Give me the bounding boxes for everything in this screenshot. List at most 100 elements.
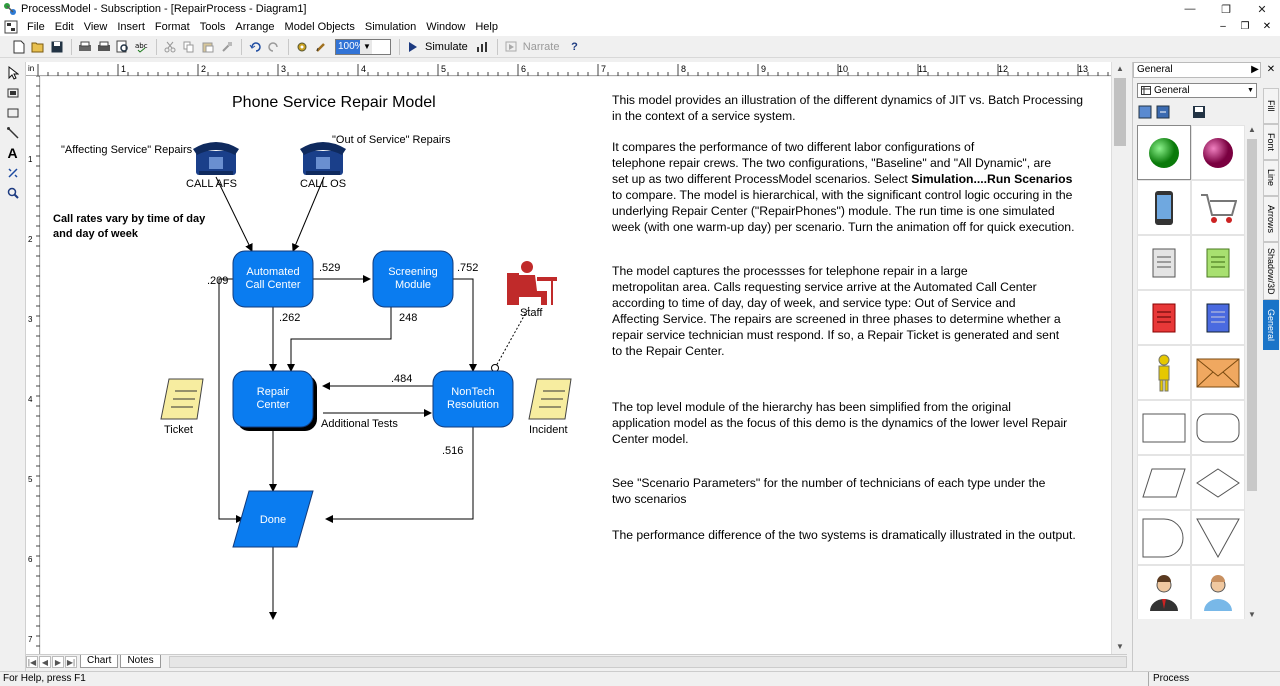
zoom-select[interactable]: 100% ▼	[335, 38, 391, 55]
tab-first-icon[interactable]: |◀	[26, 655, 38, 668]
phone-os-icon[interactable]	[300, 142, 346, 175]
print-preview-icon[interactable]	[114, 38, 132, 56]
palette-item-businessman[interactable]	[1137, 565, 1191, 619]
palette-item-doc-green[interactable]	[1191, 235, 1245, 290]
print-setup-icon[interactable]	[76, 38, 94, 56]
pencil-icon[interactable]	[312, 38, 330, 56]
redo-icon[interactable]	[265, 38, 283, 56]
tab-line[interactable]: Line	[1263, 160, 1279, 196]
menu-insert[interactable]: Insert	[112, 21, 150, 33]
chart-icon[interactable]	[474, 38, 492, 56]
tab-chart[interactable]: Chart	[80, 655, 119, 668]
palette-item-envelope[interactable]	[1191, 345, 1245, 400]
palette-scrollbar[interactable]: ▲ ▼	[1245, 125, 1259, 619]
menu-arrange[interactable]: Arrange	[230, 21, 279, 33]
palette-item-merge[interactable]	[1191, 510, 1245, 565]
maximize-button[interactable]: ❐	[1208, 0, 1244, 18]
palette-item-doc-red[interactable]	[1137, 290, 1191, 345]
simulate-button[interactable]: Simulate	[425, 41, 468, 53]
chevron-down-icon[interactable]: ▼	[1245, 84, 1256, 97]
palette-item-doc-gray[interactable]	[1137, 235, 1191, 290]
repair-center-node[interactable]: Repair Center	[232, 370, 317, 431]
spell-check-icon[interactable]: abc	[133, 38, 151, 56]
simulate-play-icon[interactable]	[404, 38, 422, 56]
narrate-icon[interactable]	[502, 38, 520, 56]
nontech-resolution-node[interactable]: NonTech Resolution	[432, 370, 514, 428]
palette-scroll-down-icon[interactable]: ▼	[1245, 610, 1259, 619]
palette-scroll-thumb[interactable]	[1247, 139, 1257, 491]
document-icon[interactable]	[4, 20, 18, 34]
chevron-down-icon[interactable]: ▼	[360, 39, 372, 54]
scroll-down-icon[interactable]: ▼	[1112, 640, 1128, 654]
tab-general[interactable]: General	[1263, 300, 1279, 350]
tab-fill[interactable]: Fill	[1263, 88, 1279, 124]
incident-icon[interactable]	[528, 378, 572, 420]
menu-edit[interactable]: Edit	[50, 21, 79, 33]
connector-tool-icon[interactable]	[2, 124, 24, 142]
close-button[interactable]: ✕	[1244, 0, 1280, 18]
palette-item-green-ball[interactable]	[1137, 125, 1191, 180]
palette-item-magenta-ball[interactable]	[1191, 125, 1245, 180]
tab-arrows[interactable]: Arrows	[1263, 196, 1279, 242]
save-icon[interactable]	[48, 38, 66, 56]
link-tool-icon[interactable]	[2, 164, 24, 182]
mdi-minimize-button[interactable]: –	[1214, 18, 1232, 34]
screening-module-node[interactable]: Screening Module	[372, 250, 454, 308]
palette-item-phone[interactable]	[1137, 180, 1191, 235]
canvas-horizontal-scrollbar[interactable]	[168, 655, 1127, 668]
mdi-restore-button[interactable]: ❐	[1236, 18, 1254, 34]
narrate-button[interactable]: Narrate	[523, 41, 560, 53]
palette-category-select[interactable]: General ▼	[1137, 83, 1257, 98]
automated-call-center-node[interactable]: Automated Call Center	[232, 250, 314, 308]
palette-item-person-yellow[interactable]	[1137, 345, 1191, 400]
scroll-thumb[interactable]	[1114, 78, 1126, 146]
paste-icon[interactable]	[199, 38, 217, 56]
staff-icon[interactable]	[507, 261, 557, 305]
menu-simulation[interactable]: Simulation	[360, 21, 421, 33]
format-painter-icon[interactable]	[218, 38, 236, 56]
tab-prev-icon[interactable]: ◀	[39, 655, 51, 668]
palette-item-delay[interactable]	[1137, 510, 1191, 565]
scroll-up-icon[interactable]: ▲	[1112, 62, 1128, 76]
palette-link-icon[interactable]	[1155, 104, 1171, 120]
new-icon[interactable]	[10, 38, 28, 56]
text-tool-icon[interactable]: A	[2, 144, 24, 162]
menu-tools[interactable]: Tools	[195, 21, 231, 33]
tab-shadow-3d[interactable]: Shadow/3D	[1263, 242, 1279, 300]
menu-window[interactable]: Window	[421, 21, 470, 33]
palette-item-diamond[interactable]	[1191, 455, 1245, 510]
ticket-icon[interactable]	[160, 378, 204, 420]
menu-help[interactable]: Help	[470, 21, 503, 33]
palette-save-icon[interactable]	[1191, 104, 1207, 120]
tab-font[interactable]: Font	[1263, 124, 1279, 160]
tools-gear-icon[interactable]	[293, 38, 311, 56]
zoom-tool-icon[interactable]	[2, 184, 24, 202]
copy-icon[interactable]	[180, 38, 198, 56]
pointer-tool-icon[interactable]	[2, 64, 24, 82]
menu-view[interactable]: View	[79, 21, 113, 33]
palette-close-icon[interactable]: ✕	[1263, 62, 1279, 78]
palette-scroll-up-icon[interactable]: ▲	[1245, 125, 1259, 134]
palette-item-rectangle[interactable]	[1137, 400, 1191, 455]
diagram-canvas[interactable]: Phone Service Repair Model "Affecting Se…	[41, 77, 1111, 654]
palette-item-rounded-rect[interactable]	[1191, 400, 1245, 455]
minimize-button[interactable]: —	[1172, 0, 1208, 18]
cut-icon[interactable]	[161, 38, 179, 56]
shape-tool-icon[interactable]	[2, 84, 24, 102]
palette-item-cart[interactable]	[1191, 180, 1245, 235]
menu-file[interactable]: File	[22, 21, 50, 33]
open-icon[interactable]	[29, 38, 47, 56]
tab-last-icon[interactable]: ▶|	[65, 655, 77, 668]
undo-icon[interactable]	[246, 38, 264, 56]
palette-expand-icon[interactable]: ▶	[1247, 62, 1263, 78]
menu-model-objects[interactable]: Model Objects	[280, 21, 360, 33]
help-question-icon[interactable]: ?	[565, 38, 583, 56]
rectangle-tool-icon[interactable]	[2, 104, 24, 122]
palette-item-person-blue[interactable]	[1191, 565, 1245, 619]
done-node[interactable]: Done	[232, 490, 314, 548]
mdi-close-button[interactable]: ✕	[1258, 18, 1276, 34]
menu-format[interactable]: Format	[150, 21, 195, 33]
phone-afs-icon[interactable]	[193, 142, 239, 175]
palette-item-doc-blue[interactable]	[1191, 290, 1245, 345]
palette-add-icon[interactable]	[1137, 104, 1153, 120]
